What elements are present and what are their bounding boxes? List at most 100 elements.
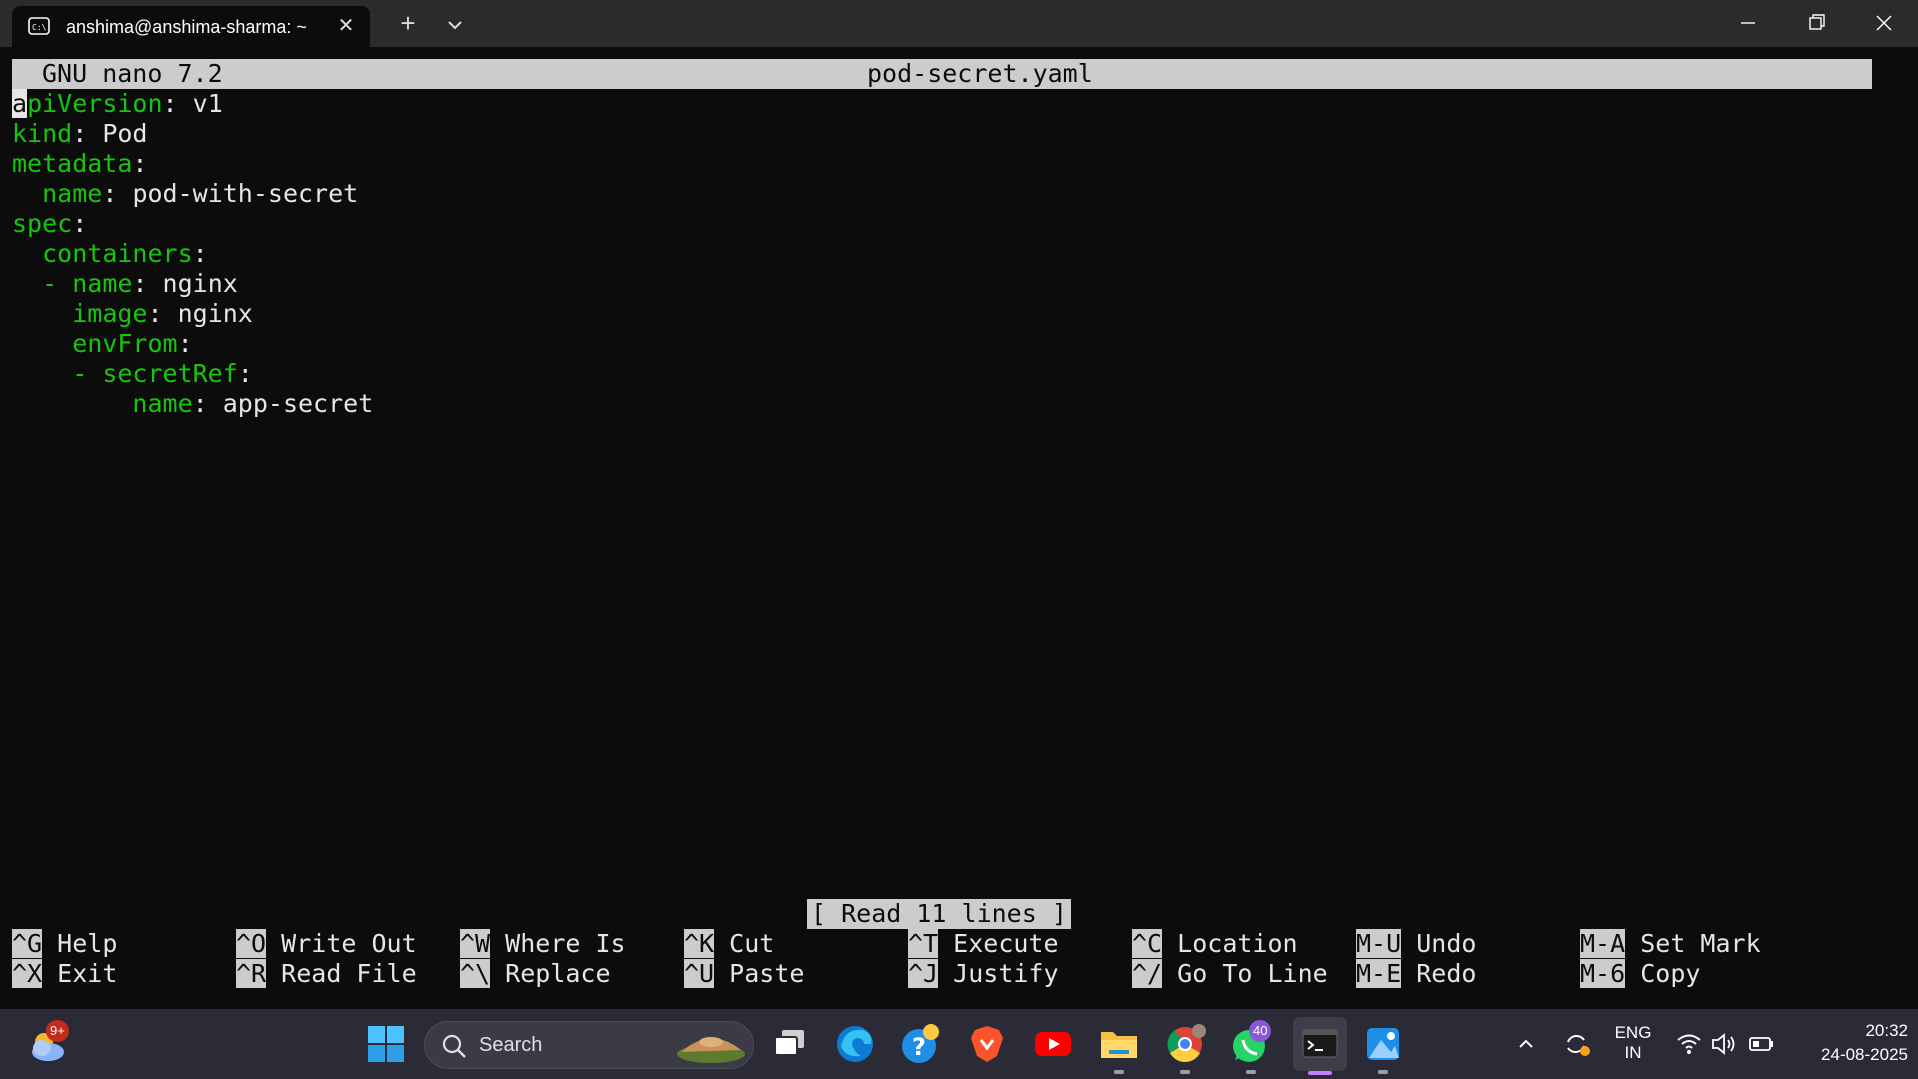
shortcut-key: M-6 [1580, 959, 1626, 988]
volume-icon[interactable] [1710, 1031, 1738, 1057]
shortcut-label: Replace [505, 959, 611, 988]
list-dash: - [42, 269, 73, 298]
yaml-colon: : [132, 149, 148, 178]
shortcut-item: M-U Undo [1356, 929, 1476, 959]
new-tab-button[interactable]: + [393, 9, 423, 39]
terminal-tab[interactable]: C:\ anshima@anshima-sharma: ~ ✕ [12, 6, 370, 47]
edge-app[interactable] [831, 1020, 879, 1068]
windows-logo-icon [368, 1026, 404, 1062]
yaml-key: name [132, 389, 193, 418]
shortcut-key: ^T [908, 929, 939, 958]
shortcut-label: Justify [953, 959, 1059, 988]
yaml-value: v1 [177, 89, 223, 118]
folder-icon [1101, 1032, 1137, 1058]
shortcut-item: ^R Read File [236, 959, 417, 989]
editor-line[interactable]: spec: [12, 209, 87, 239]
chrome-app[interactable] [1161, 1020, 1209, 1074]
whatsapp-app[interactable]: 40 [1227, 1020, 1275, 1074]
language-indicator[interactable]: ENG IN [1610, 1023, 1656, 1063]
status-message: [ Read 11 lines ] [807, 899, 1071, 929]
file-name: pod-secret.yaml [867, 59, 1093, 88]
nano-version: GNU nano 7.2 [42, 59, 223, 88]
shortcut-item: ^\ Replace [460, 959, 611, 989]
text-cursor: a [12, 89, 28, 118]
shortcut-item: ^/ Go To Line [1132, 959, 1328, 989]
chevron-down-icon[interactable] [440, 10, 470, 40]
sync-icon[interactable] [1561, 1029, 1591, 1059]
list-dash: - [72, 359, 103, 388]
help-icon: ? [902, 1024, 939, 1063]
shortcut-label: Exit [57, 959, 118, 988]
minimize-button[interactable] [1714, 0, 1782, 47]
shortcut-label: Write Out [281, 929, 417, 958]
editor-line[interactable]: envFrom: [12, 329, 192, 359]
battery-icon[interactable] [1748, 1033, 1776, 1055]
youtube-icon [1035, 1032, 1071, 1056]
yaml-colon: : [162, 89, 178, 118]
close-window-button[interactable] [1850, 0, 1918, 47]
shortcut-label: Read File [281, 959, 417, 988]
editor-line[interactable]: containers: [12, 239, 208, 269]
clock[interactable]: 20:32 24-08-2025 [1786, 1021, 1908, 1065]
yaml-colon: : [237, 359, 253, 388]
start-button[interactable] [362, 1020, 410, 1068]
taskbar-search[interactable]: Search [424, 1021, 754, 1069]
region-code: IN [1624, 1043, 1642, 1062]
terminal-area[interactable]: GNU nano 7.2 pod-secret.yaml apiVersion:… [0, 47, 1918, 1009]
editor-line[interactable]: name: pod-with-secret [12, 179, 358, 209]
active-indicator [1308, 1071, 1332, 1075]
title-bar: C:\ anshima@anshima-sharma: ~ ✕ + [0, 0, 1918, 47]
shortcut-gap [266, 959, 281, 988]
editor-line[interactable]: kind: Pod [12, 119, 148, 149]
wifi-icon[interactable] [1675, 1031, 1703, 1057]
editor-line[interactable]: image: nginx [12, 299, 253, 329]
shortcut-label: Cut [729, 929, 775, 958]
photos-app[interactable] [1359, 1020, 1407, 1074]
shortcut-key: ^K [684, 929, 715, 958]
yaml-key: envFrom [72, 329, 178, 358]
shortcut-gap [1401, 929, 1416, 958]
shortcut-gap [1625, 929, 1640, 958]
yaml-colon: : [72, 119, 88, 148]
editor-line[interactable]: metadata: [12, 149, 147, 179]
running-indicator [1180, 1070, 1190, 1074]
editor-line[interactable]: - name: nginx [12, 269, 238, 299]
close-tab-icon[interactable]: ✕ [333, 13, 359, 39]
shortcut-key: M-U [1356, 929, 1402, 958]
running-indicator [1378, 1070, 1388, 1074]
shortcut-item: M-A Set Mark [1580, 929, 1761, 959]
yaml-value: app-secret [207, 389, 374, 418]
terminal-app[interactable] [1293, 1017, 1347, 1075]
task-view-button[interactable] [766, 1020, 814, 1068]
clock-date: 24-08-2025 [1821, 1045, 1908, 1064]
shortcut-label: Go To Line [1177, 959, 1328, 988]
editor-line[interactable]: - secretRef: [12, 359, 253, 389]
shortcut-gap [42, 959, 57, 988]
yaml-key: secretRef [102, 359, 238, 388]
yaml-key: metadata [12, 149, 133, 178]
shortcut-label: Redo [1416, 959, 1477, 988]
shortcut-label: Set Mark [1640, 929, 1761, 958]
editor-line[interactable]: apiVersion: v1 [12, 89, 223, 119]
yaml-colon: : [192, 389, 208, 418]
yaml-colon: : [102, 179, 118, 208]
editor-line[interactable]: name: app-secret [12, 389, 373, 419]
chevron-up-icon[interactable] [1514, 1032, 1538, 1056]
shortcut-label: Location [1177, 929, 1298, 958]
yaml-value: Pod [87, 119, 148, 148]
file-explorer-app[interactable] [1095, 1020, 1143, 1074]
youtube-app[interactable] [1029, 1020, 1077, 1068]
brave-app[interactable] [963, 1020, 1011, 1068]
taskbar: 9+ Search ? 40 ENG IN 20:32 24-08-2025 [0, 1009, 1918, 1079]
weather-widget[interactable]: 9+ [24, 1020, 72, 1068]
restore-button[interactable] [1782, 0, 1850, 47]
shortcut-key: ^G [12, 929, 43, 958]
yaml-key: name [72, 269, 133, 298]
tab-title: anshima@anshima-sharma: ~ [66, 17, 307, 37]
get-help-app[interactable]: ? [897, 1020, 945, 1068]
